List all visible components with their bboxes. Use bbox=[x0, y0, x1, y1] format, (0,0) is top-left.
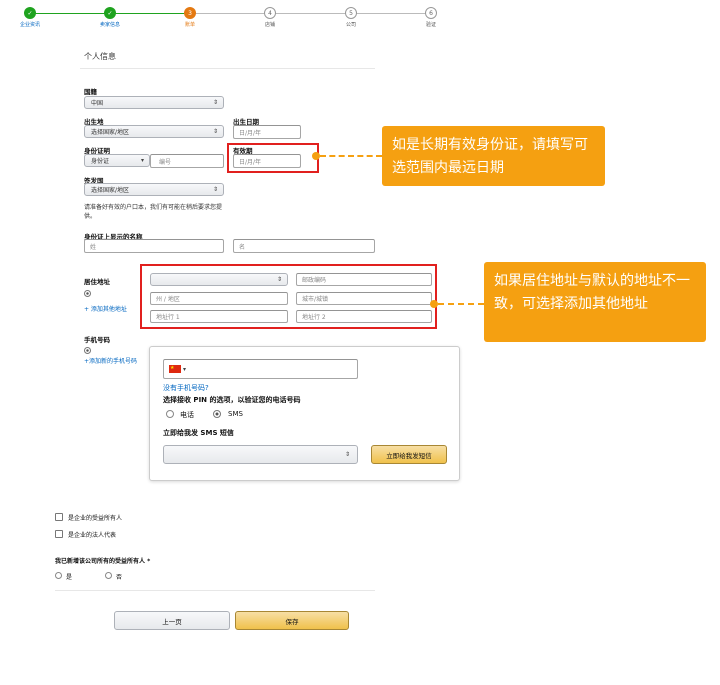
step-2-check-icon: ✓ bbox=[104, 7, 116, 19]
phone-label: 手机号码 bbox=[84, 336, 110, 344]
address-radio[interactable] bbox=[84, 290, 91, 297]
issuing-country-value: 选择国家/地区 bbox=[91, 187, 130, 194]
beneficial-owner-checkbox[interactable] bbox=[55, 513, 63, 521]
birthplace-value: 选择国家/地区 bbox=[91, 129, 130, 136]
nationality-select[interactable]: 中国 ⇕ bbox=[84, 96, 224, 109]
phone-radio[interactable] bbox=[84, 347, 91, 354]
birthplace-select[interactable]: 选择国家/地区 ⇕ bbox=[84, 125, 224, 138]
chevron-updown-icon: ⇕ bbox=[212, 99, 218, 106]
divider bbox=[80, 68, 375, 69]
call-radio[interactable] bbox=[166, 410, 174, 418]
chevron-updown-icon: ⇕ bbox=[344, 451, 350, 458]
nationality-label: 国籍 bbox=[84, 88, 97, 96]
step-3-label: 账单 bbox=[184, 22, 195, 28]
chevron-updown-icon: ⇕ bbox=[212, 186, 218, 193]
caret-down-icon: ▾ bbox=[140, 157, 144, 164]
expiry-highlight-box bbox=[227, 143, 319, 173]
step-1-check-icon: ✓ bbox=[24, 7, 36, 19]
id-type-select[interactable]: 身份证 ▾ bbox=[84, 154, 150, 167]
yes-radio[interactable] bbox=[55, 572, 62, 579]
address-label: 居住地址 bbox=[84, 278, 110, 286]
call-option-label: 电话 bbox=[180, 411, 194, 419]
cn-flag-icon: ★ bbox=[169, 365, 181, 373]
divider bbox=[55, 590, 375, 591]
chevron-updown-icon: ⇕ bbox=[212, 128, 218, 135]
address-highlight-box bbox=[140, 264, 437, 329]
beneficial-owner-label: 是企业的受益所有人 bbox=[68, 515, 123, 522]
caret-down-icon: ▾ bbox=[183, 365, 187, 373]
expiry-callout-connector bbox=[320, 155, 382, 157]
add-phone-link[interactable]: +添加新的手机号码 bbox=[84, 356, 137, 365]
pin-option-label: 选择接收 PIN 的选项，以验证您的电话号码 bbox=[163, 396, 301, 404]
send-sms-label: 立即给我发 SMS 短信 bbox=[163, 429, 234, 437]
last-name-input[interactable]: 姓 bbox=[84, 239, 224, 253]
sms-radio[interactable] bbox=[213, 410, 221, 418]
birthdate-input[interactable]: 日/月/年 bbox=[233, 125, 301, 139]
legal-rep-label: 是企业的法人代表 bbox=[68, 532, 117, 539]
step-6-label: 验证 bbox=[425, 22, 436, 28]
expiry-callout: 如是长期有效身份证，请填写可选范围内最远日期 bbox=[382, 126, 605, 186]
send-sms-button[interactable]: 立即给我发短信 bbox=[371, 445, 447, 464]
step-4-label: 店铺 bbox=[264, 22, 275, 28]
address-callout-dot bbox=[430, 300, 438, 308]
step-4-circle: 4 bbox=[264, 7, 276, 19]
added-all-question: 我已新增该公司所有的受益所有人 * bbox=[55, 558, 151, 565]
save-button[interactable]: 保存 bbox=[235, 611, 349, 630]
address-callout: 如果居住地址与默认的地址不一致，可选择添加其他地址 bbox=[484, 262, 706, 342]
yes-label: 是 bbox=[66, 574, 73, 581]
step-5-circle: 5 bbox=[345, 7, 357, 19]
id-type-value: 身份证 bbox=[91, 158, 110, 165]
step-1-label[interactable]: 企业资讯 bbox=[10, 21, 50, 28]
first-name-input[interactable]: 名 bbox=[233, 239, 375, 253]
step-6-circle: 6 bbox=[425, 7, 437, 19]
id-note: 请准备好有效的户口本，我们有可能在稍后要求您提供。 bbox=[84, 204, 223, 220]
step-5-label: 公司 bbox=[345, 22, 356, 28]
step-3-current: 3 bbox=[184, 7, 196, 19]
no-phone-link[interactable]: 没有手机号码? bbox=[163, 383, 209, 393]
page-title: 个人信息 bbox=[84, 52, 116, 61]
address-callout-connector bbox=[438, 303, 484, 305]
id-number-input[interactable]: 编号 bbox=[150, 154, 224, 168]
nationality-value: 中国 bbox=[91, 100, 104, 107]
no-label: 否 bbox=[116, 574, 123, 581]
issuing-country-select[interactable]: 选择国家/地区 ⇕ bbox=[84, 183, 224, 196]
prev-page-button[interactable]: 上一页 bbox=[114, 611, 230, 630]
sms-option-label: SMS bbox=[228, 410, 243, 418]
no-radio[interactable] bbox=[105, 572, 112, 579]
step-2-label[interactable]: 卖家信息 bbox=[90, 21, 130, 28]
sms-option-select[interactable]: ⇕ bbox=[163, 445, 358, 464]
phone-number-input[interactable]: ★ ▾ bbox=[163, 359, 358, 379]
expiry-callout-dot bbox=[312, 152, 320, 160]
add-address-link[interactable]: + 添加其他地址 bbox=[84, 304, 127, 313]
legal-rep-checkbox[interactable] bbox=[55, 530, 63, 538]
